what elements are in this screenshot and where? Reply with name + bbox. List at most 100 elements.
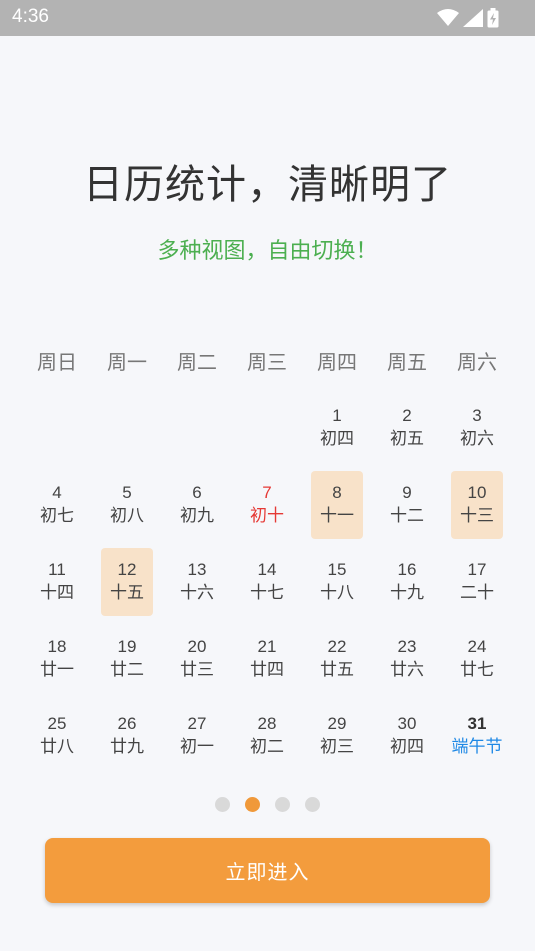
day-number: 12 bbox=[117, 560, 137, 579]
day-content: 23 廿六 bbox=[381, 625, 433, 693]
day-content: 7 初十 bbox=[241, 471, 293, 539]
empty-cell bbox=[22, 391, 92, 468]
calendar-day[interactable]: 26 廿九 bbox=[92, 699, 162, 776]
empty-cell bbox=[162, 391, 232, 468]
day-content: 4 初七 bbox=[31, 471, 83, 539]
lunar-date: 初十 bbox=[250, 506, 284, 526]
lunar-date: 十一 bbox=[320, 506, 354, 526]
calendar-day[interactable]: 3 初六 bbox=[442, 391, 512, 468]
signal-icon bbox=[463, 9, 483, 27]
day-content: 29 初三 bbox=[311, 702, 363, 770]
day-content: 15 十八 bbox=[311, 548, 363, 616]
calendar-day[interactable]: 10 十三 bbox=[442, 468, 512, 545]
calendar-day[interactable]: 11 十四 bbox=[22, 545, 92, 622]
calendar-day[interactable]: 18 廿一 bbox=[22, 622, 92, 699]
calendar-day[interactable]: 12 十五 bbox=[92, 545, 162, 622]
day-number: 19 bbox=[117, 637, 137, 656]
lunar-date: 廿三 bbox=[180, 660, 214, 680]
calendar-day[interactable]: 9 十二 bbox=[372, 468, 442, 545]
calendar-day[interactable]: 25 廿八 bbox=[22, 699, 92, 776]
day-number: 6 bbox=[192, 483, 202, 502]
calendar-day[interactable]: 28 初二 bbox=[232, 699, 302, 776]
calendar-day[interactable]: 8 十一 bbox=[302, 468, 372, 545]
status-time: 4:36 bbox=[12, 6, 49, 27]
day-content: 28 初二 bbox=[241, 702, 293, 770]
lunar-date: 廿五 bbox=[320, 660, 354, 680]
calendar-grid: 1 初四 2 初五 3 初六 4 初七 5 初八 6 初九 7 初十 8 十一 9 十二 10 十三 11 十四 12 十五 1… bbox=[22, 391, 512, 776]
day-content: 27 初一 bbox=[171, 702, 223, 770]
calendar-day[interactable]: 1 初四 bbox=[302, 391, 372, 468]
calendar-day[interactable]: 19 廿二 bbox=[92, 622, 162, 699]
calendar-day[interactable]: 24 廿七 bbox=[442, 622, 512, 699]
lunar-date: 廿六 bbox=[390, 660, 424, 680]
calendar-day[interactable]: 27 初一 bbox=[162, 699, 232, 776]
calendar-day[interactable]: 14 十七 bbox=[232, 545, 302, 622]
lunar-date: 初一 bbox=[180, 737, 214, 757]
calendar-day[interactable]: 7 初十 bbox=[232, 468, 302, 545]
day-content: 5 初八 bbox=[101, 471, 153, 539]
day-number: 16 bbox=[397, 560, 417, 579]
page-indicator bbox=[0, 797, 535, 813]
day-number: 11 bbox=[48, 560, 66, 579]
calendar-day[interactable]: 17 二十 bbox=[442, 545, 512, 622]
day-number: 13 bbox=[187, 560, 207, 579]
lunar-date: 初四 bbox=[320, 429, 354, 449]
lunar-date: 廿七 bbox=[460, 660, 494, 680]
day-number: 8 bbox=[332, 483, 342, 502]
day-number: 4 bbox=[52, 483, 62, 502]
calendar-day[interactable]: 23 廿六 bbox=[372, 622, 442, 699]
calendar-day[interactable]: 31 端午节 bbox=[442, 699, 512, 776]
weekday-label: 周三 bbox=[247, 350, 287, 374]
weekday-label: 周日 bbox=[37, 350, 77, 374]
battery-charging-icon bbox=[487, 8, 499, 28]
day-number: 7 bbox=[262, 483, 272, 502]
day-number: 28 bbox=[257, 714, 277, 733]
day-content: 9 十二 bbox=[381, 471, 433, 539]
lunar-date: 初五 bbox=[390, 429, 424, 449]
day-content: 3 初六 bbox=[451, 394, 503, 462]
lunar-date: 廿八 bbox=[40, 737, 74, 757]
lunar-date: 初九 bbox=[180, 506, 214, 526]
status-icons bbox=[437, 7, 499, 29]
day-number: 20 bbox=[187, 637, 207, 656]
calendar-day[interactable]: 30 初四 bbox=[372, 699, 442, 776]
calendar-day[interactable]: 22 廿五 bbox=[302, 622, 372, 699]
day-content: 11 十四 bbox=[31, 548, 83, 616]
calendar-day[interactable]: 6 初九 bbox=[162, 468, 232, 545]
day-content: 2 初五 bbox=[381, 394, 433, 462]
calendar-day[interactable]: 29 初三 bbox=[302, 699, 372, 776]
weekday-header: 周日 周一 周二 周三 周四 周五 周六 bbox=[22, 346, 512, 376]
day-content: 14 十七 bbox=[241, 548, 293, 616]
day-content: 18 廿一 bbox=[31, 625, 83, 693]
day-highlight: 8 十一 bbox=[311, 471, 363, 539]
calendar-day[interactable]: 2 初五 bbox=[372, 391, 442, 468]
lunar-date: 廿四 bbox=[250, 660, 284, 680]
day-highlight: 12 十五 bbox=[101, 548, 153, 616]
lunar-date: 十五 bbox=[110, 583, 144, 603]
calendar-day[interactable]: 15 十八 bbox=[302, 545, 372, 622]
day-number: 5 bbox=[122, 483, 132, 502]
calendar-day[interactable]: 16 十九 bbox=[372, 545, 442, 622]
calendar-day[interactable]: 21 廿四 bbox=[232, 622, 302, 699]
weekday-label: 周一 bbox=[107, 350, 147, 374]
enter-button[interactable]: 立即进入 bbox=[45, 838, 490, 903]
lunar-date: 初三 bbox=[320, 737, 354, 757]
lunar-date: 十四 bbox=[40, 583, 74, 603]
day-content: 22 廿五 bbox=[311, 625, 363, 693]
day-content: 31 端午节 bbox=[451, 702, 503, 770]
day-number: 27 bbox=[187, 714, 207, 733]
day-number: 3 bbox=[472, 406, 482, 425]
calendar-day[interactable]: 13 十六 bbox=[162, 545, 232, 622]
status-bar: 4:36 bbox=[0, 0, 535, 36]
calendar-day[interactable]: 5 初八 bbox=[92, 468, 162, 545]
day-number: 18 bbox=[47, 637, 67, 656]
day-content: 24 廿七 bbox=[451, 625, 503, 693]
lunar-date: 廿一 bbox=[40, 660, 74, 680]
calendar-day[interactable]: 20 廿三 bbox=[162, 622, 232, 699]
calendar-day[interactable]: 4 初七 bbox=[22, 468, 92, 545]
lunar-date: 初二 bbox=[250, 737, 284, 757]
weekday-label: 周六 bbox=[457, 350, 497, 374]
day-content: 6 初九 bbox=[171, 471, 223, 539]
lunar-date: 十六 bbox=[180, 583, 214, 603]
page-dot bbox=[215, 797, 230, 812]
